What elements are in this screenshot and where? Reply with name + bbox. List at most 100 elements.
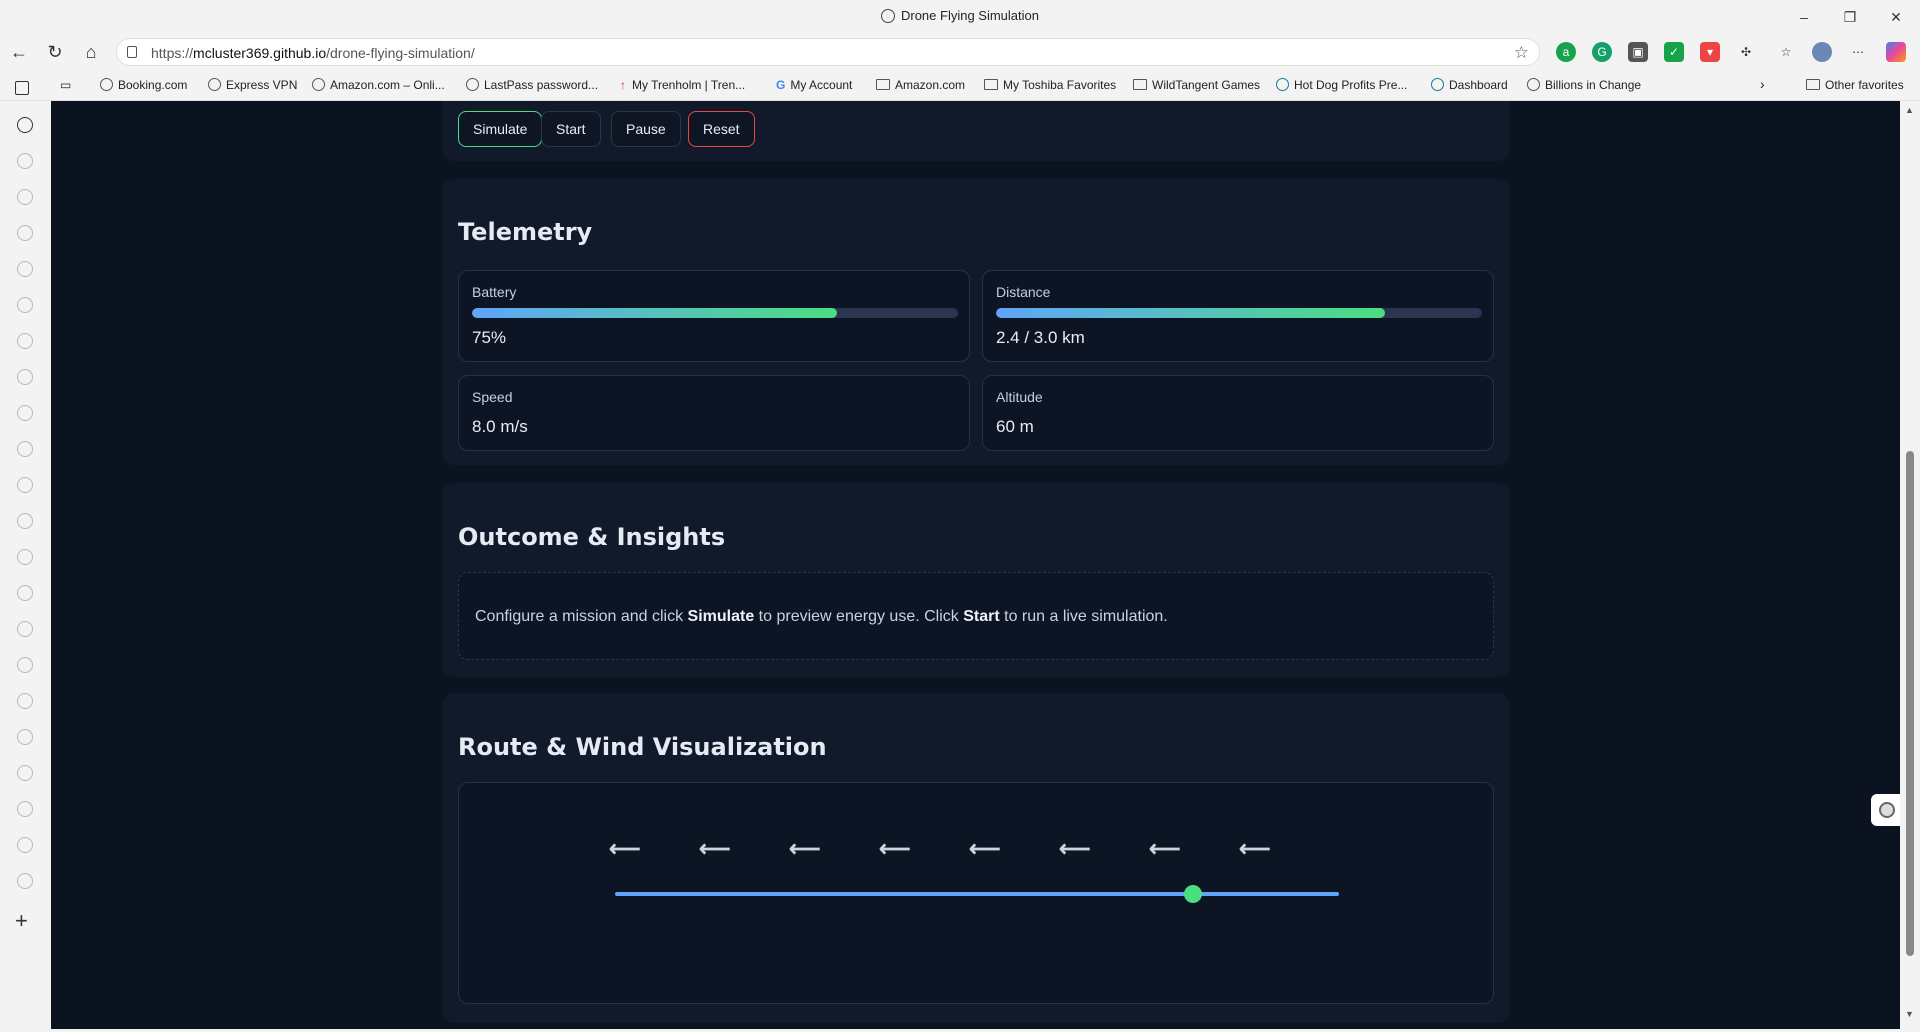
google-icon: G	[776, 78, 786, 92]
reset-button[interactable]: Reset	[688, 111, 755, 147]
url-path: /drone-flying-simulation/	[326, 45, 475, 61]
bookmark-item[interactable]: Billions in Change	[1527, 78, 1641, 92]
tab-actions-icon[interactable]	[15, 81, 29, 95]
bookmarks-bar: ▭ Booking.com Express VPN Amazon.com – O…	[0, 71, 1920, 101]
globe-icon	[208, 78, 221, 91]
checkmark-icon[interactable]: ✓	[1664, 42, 1684, 62]
tab-globe-icon[interactable]	[17, 873, 33, 889]
tab-globe-icon[interactable]	[17, 441, 33, 457]
new-tab-plus-icon[interactable]: +	[15, 908, 28, 934]
puzzle-icon[interactable]: ✣	[1736, 42, 1756, 62]
bookmark-item[interactable]: Express VPN	[208, 78, 297, 92]
reading-icon[interactable]: ▭	[60, 78, 71, 92]
tab-globe-icon[interactable]	[17, 405, 33, 421]
battery-tile: Battery 75%	[458, 270, 970, 362]
favorite-star-icon[interactable]: ☆	[1514, 43, 1529, 63]
pause-button[interactable]: Pause	[611, 111, 681, 147]
speed-label: Speed	[472, 389, 513, 405]
pin-icon: ↑	[620, 78, 626, 92]
tab-globe-icon[interactable]	[17, 261, 33, 277]
distance-value: 2.4 / 3.0 km	[996, 328, 1085, 347]
scrollbar-thumb[interactable]	[1906, 451, 1914, 956]
floating-assistant-icon[interactable]	[1871, 794, 1903, 826]
tab-globe-icon[interactable]	[17, 693, 33, 709]
tab-globe-icon[interactable]	[17, 297, 33, 313]
bookmark-item[interactable]: Booking.com	[100, 78, 187, 92]
distance-bar-fill	[996, 308, 1385, 318]
copilot-icon[interactable]	[1886, 42, 1906, 62]
extension-a-icon[interactable]: a	[1556, 42, 1576, 62]
globe-icon	[100, 78, 113, 91]
tab-globe-icon[interactable]	[17, 369, 33, 385]
wind-arrow-icon: ⟵	[969, 836, 1001, 861]
bookmark-item[interactable]: My Toshiba Favorites	[984, 78, 1116, 92]
altitude-label: Altitude	[996, 389, 1043, 405]
more-icon[interactable]: ⋯	[1848, 42, 1868, 62]
bookmark-item[interactable]: ↑ My Trenholm | Tren...	[620, 78, 745, 92]
bookmark-item[interactable]: G My Account	[776, 78, 852, 92]
tab-globe-icon[interactable]	[17, 153, 33, 169]
start-button[interactable]: Start	[541, 111, 601, 147]
lock-icon	[127, 46, 137, 58]
extension-icon[interactable]: ▣	[1628, 42, 1648, 62]
tab-globe-icon[interactable]	[17, 333, 33, 349]
folder-icon	[1806, 79, 1820, 90]
simulate-button[interactable]: Simulate	[458, 111, 543, 147]
vertical-tabs-sidebar: +	[0, 81, 50, 1032]
other-favorites[interactable]: Other favorites	[1806, 78, 1904, 92]
tab-globe-icon[interactable]	[17, 729, 33, 745]
grammarly-icon[interactable]: G	[1592, 42, 1612, 62]
tab-globe-icon[interactable]	[17, 549, 33, 565]
url-prefix: https://	[151, 45, 194, 61]
insights-box: Configure a mission and click Simulate t…	[458, 572, 1494, 660]
tab-globe-icon[interactable]	[17, 225, 33, 241]
wind-arrow-icon: ⟵	[789, 836, 821, 861]
tab-globe-icon[interactable]	[17, 117, 33, 133]
tab-globe-icon[interactable]	[17, 837, 33, 853]
home-icon[interactable]: ⌂	[78, 39, 104, 65]
window-title-bar: Drone Flying Simulation – ❐ ✕	[0, 0, 1920, 33]
tab-globe-icon[interactable]	[17, 189, 33, 205]
wind-arrow-icon: ⟵	[1149, 836, 1181, 861]
favorites-icon[interactable]: ☆	[1776, 42, 1796, 62]
wordpress-icon	[1276, 78, 1289, 91]
tab-globe-icon[interactable]	[17, 765, 33, 781]
tab-globe-icon[interactable]	[17, 477, 33, 493]
distance-bar	[996, 308, 1482, 318]
tab-globe-icon[interactable]	[17, 585, 33, 601]
tab-globe-icon[interactable]	[17, 513, 33, 529]
controls-card: Simulate Start Pause Reset	[442, 101, 1510, 161]
visualization-heading: Route & Wind Visualization	[458, 733, 827, 761]
back-icon[interactable]: ←	[6, 39, 32, 65]
tab-globe-icon[interactable]	[17, 621, 33, 637]
wind-arrow-icon: ⟵	[879, 836, 911, 861]
shield-icon[interactable]: ▾	[1700, 42, 1720, 62]
telemetry-heading: Telemetry	[458, 218, 593, 246]
bookmark-item[interactable]: WildTangent Games	[1133, 78, 1260, 92]
speed-value: 8.0 m/s	[472, 417, 528, 436]
bookmark-item[interactable]: Amazon.com – Onli...	[312, 78, 445, 92]
globe-icon	[312, 78, 325, 91]
chevron-right-icon[interactable]: ›	[1760, 76, 1765, 92]
bookmark-item[interactable]: Hot Dog Profits Pre...	[1276, 78, 1407, 92]
bookmark-item[interactable]: Amazon.com	[876, 78, 965, 92]
scroll-down-icon[interactable]: ▼	[1905, 1009, 1914, 1019]
address-bar[interactable]: https://mcluster369.github.io/drone-flyi…	[116, 38, 1540, 66]
bookmark-item[interactable]: LastPass password...	[466, 78, 598, 92]
scroll-up-icon[interactable]: ▲	[1905, 105, 1914, 115]
scrollbar[interactable]: ▲ ▼	[1900, 101, 1920, 1032]
bookmark-item[interactable]: Dashboard	[1431, 78, 1508, 92]
tab-globe-icon[interactable]	[17, 801, 33, 817]
avatar[interactable]	[1812, 42, 1832, 62]
tab-globe-icon[interactable]	[17, 657, 33, 673]
restore-button[interactable]: ❐	[1828, 4, 1872, 30]
battery-value: 75%	[472, 328, 507, 347]
close-button[interactable]: ✕	[1874, 4, 1918, 30]
drone-marker	[1184, 885, 1202, 903]
refresh-icon[interactable]: ↻	[42, 39, 68, 65]
telemetry-card: Telemetry Battery 75% Distance 2.4 / 3.0…	[442, 179, 1510, 465]
globe-icon	[880, 9, 895, 23]
minimize-button[interactable]: –	[1782, 4, 1826, 30]
wind-arrow-icon: ⟵	[1059, 836, 1091, 861]
distance-label: Distance	[996, 284, 1051, 300]
